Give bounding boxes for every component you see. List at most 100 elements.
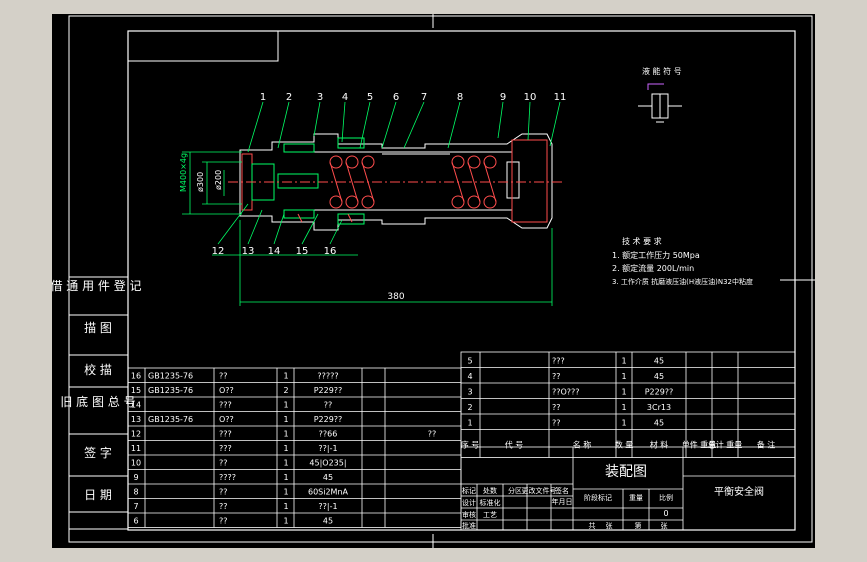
title-block-label: 阶段标记: [584, 493, 612, 502]
bom-left-no: 11: [131, 444, 141, 453]
title-block-label: 批准: [462, 521, 476, 530]
strip-label-date: 日 期: [84, 488, 112, 502]
bom-right-material: P229??: [645, 388, 674, 397]
bom-right-name: ??: [552, 372, 561, 381]
bom-right-qty: 1: [621, 419, 626, 428]
drawing-viewport[interactable]: 借 通 用 件 登 记 描 图 校 描 旧 底 图 总 号 签 字 日 期 1 …: [52, 14, 815, 548]
bom-left-no: 7: [133, 502, 138, 511]
title-block-label: 张: [661, 521, 668, 530]
tech-item-1: 1. 额定工作压力 50Mpa: [612, 250, 700, 260]
bom-header-cell: 备 注: [757, 440, 776, 450]
bom-left-material: ??66: [319, 430, 338, 439]
bom-header-cell: 材 料: [650, 440, 669, 450]
callout-1: 1: [260, 92, 266, 103]
callout-13: 13: [242, 246, 255, 257]
bom-left-material: ??|-1: [318, 502, 337, 511]
bom-left-code: GB1235-76: [148, 415, 193, 424]
callout-4: 4: [342, 92, 348, 103]
callout-5: 5: [367, 92, 373, 103]
title-block-label: 年月日: [552, 497, 573, 506]
bom-header-cell: 序 号: [461, 440, 480, 450]
bom-left-qty: 1: [283, 488, 288, 497]
strip-label-register: 借 通 用 件 登 记: [52, 278, 142, 293]
callout-8: 8: [457, 92, 463, 103]
title-block-label: 标记: [462, 486, 476, 495]
hydraulic-symbol: 液 能 符 号: [638, 66, 682, 123]
bom-right-name: ???: [552, 357, 565, 366]
bom-header-cell: 数 量: [615, 440, 634, 450]
leader-lines: [212, 101, 561, 256]
title-block-label: 重量: [629, 494, 643, 502]
strip-label-old-number: 旧 底 图 总 号: [60, 394, 135, 409]
bom-left-material: ??: [324, 401, 333, 410]
bom-left-no: 14: [131, 401, 141, 410]
bom-left-qty: 1: [283, 502, 288, 511]
bom-left-no: 13: [131, 415, 141, 424]
bom-left-qty: 1: [283, 473, 288, 482]
bom-header-cell: 代 号: [505, 440, 524, 450]
dim-height: ø300: [196, 172, 205, 192]
bom-left-name: ??: [219, 459, 228, 468]
tech-item-3: 3. 工作介质 抗磨液压油(H液压油)N32中粘度: [612, 277, 753, 286]
bom-left-qty: 1: [283, 401, 288, 410]
title-block-label: 签名: [555, 486, 569, 495]
bom-right-material: 3Cr13: [647, 403, 671, 412]
bom-left-qty: 1: [283, 517, 288, 526]
title-block-label: 第: [635, 521, 642, 530]
bom-left-qty: 2: [283, 386, 288, 395]
title-block-label: 工艺: [483, 511, 497, 519]
bom-left-code: GB1235-76: [148, 386, 193, 395]
title-block-label: 比例: [659, 493, 673, 502]
bom-left-note: ??: [428, 430, 437, 439]
bom-left-no: 12: [131, 430, 141, 439]
strip-label-check: 校 描: [84, 362, 112, 377]
bom-right-no: 2: [467, 403, 472, 412]
dim-overall-length: 380: [387, 292, 404, 302]
dim-bore: ø200: [214, 170, 223, 190]
bom-left-no: 9: [133, 473, 138, 482]
top-callouts: 1 2 3 4 5 6 7 8 9 10 11: [260, 92, 567, 103]
bom-left-material: 45: [323, 473, 333, 482]
bom-left-material: ??|-1: [318, 444, 337, 453]
bom-left-no: 15: [131, 386, 141, 395]
bom-right-no: 3: [467, 388, 472, 397]
bom-left-no: 10: [131, 459, 141, 468]
bom-right-material: 45: [654, 357, 664, 366]
bom-right-name: ??: [552, 419, 561, 428]
bom-right-name: ??: [552, 403, 561, 412]
bom-left-name: O??: [219, 386, 234, 395]
bom-left-material: 60Si2MnA: [308, 488, 349, 497]
bom-right-name: ??O???: [552, 388, 580, 397]
bom-left-qty: 1: [283, 459, 288, 468]
drawing-name: 装配图: [605, 464, 647, 480]
callout-15: 15: [296, 246, 309, 257]
callout-9: 9: [500, 92, 506, 103]
bom-left-name: ??: [219, 502, 228, 511]
bom-left-qty: 1: [283, 372, 288, 381]
callout-7: 7: [421, 92, 427, 103]
callout-10: 10: [524, 92, 537, 103]
callout-16: 16: [324, 246, 337, 257]
dimension-lines: [182, 151, 553, 306]
bom-left-material: 45|O235|: [309, 459, 346, 468]
bom-left-name: ???: [219, 444, 232, 453]
symbol-title: 液 能 符 号: [642, 66, 682, 76]
bom-left-qty: 1: [283, 430, 288, 439]
bom-right-material: 45: [654, 419, 664, 428]
bom-left-table: 16 GB1235-76?? 1 ?????15 GB1235-76 O?? 2 P229??…: [127, 367, 462, 528]
strip-label-signature: 签 字: [84, 445, 112, 460]
bom-right-no: 1: [467, 419, 472, 428]
bom-left-name: ??: [219, 517, 228, 526]
bom-left-material: ?????: [317, 372, 338, 381]
title-block-label: 设计: [462, 498, 476, 507]
tech-item-2: 2. 额定流量 200L/min: [612, 263, 694, 273]
callout-2: 2: [286, 92, 292, 103]
bom-left-code: GB1235-76: [148, 372, 193, 381]
title-block-label: 更改文件号: [522, 486, 557, 495]
title-block-label: 分区: [508, 486, 522, 495]
title-block-scale-value: 0: [663, 509, 668, 518]
bom-right-no: 4: [467, 372, 472, 381]
bom-left-no: 8: [133, 488, 138, 497]
bom-left-qty: 1: [283, 444, 288, 453]
bom-left-no: 6: [133, 517, 138, 526]
